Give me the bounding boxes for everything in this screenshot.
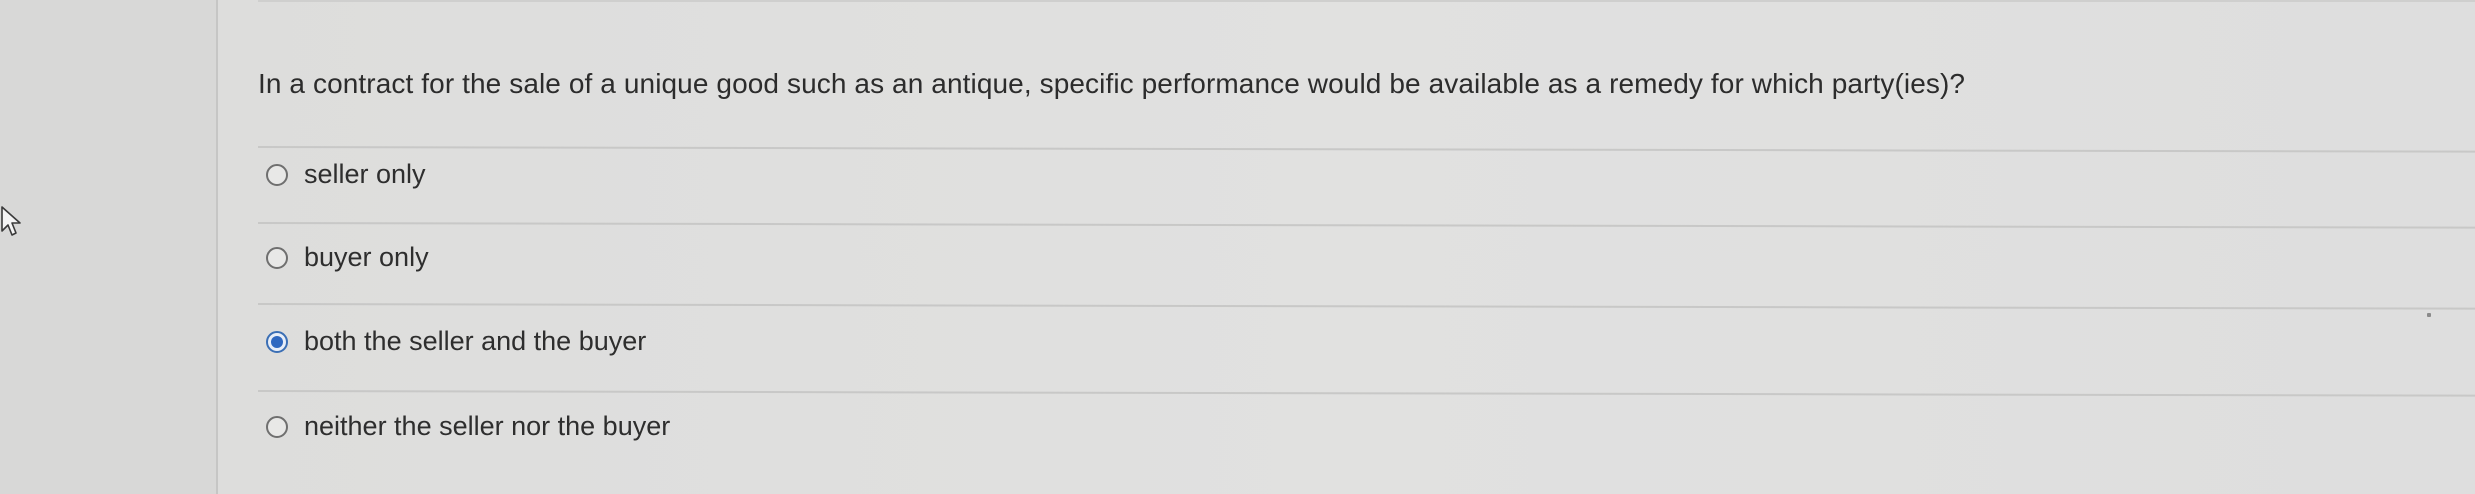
radio-button-selected[interactable] (266, 330, 288, 353)
divider (257, 303, 2475, 310)
option-seller-only[interactable]: seller only (266, 159, 426, 190)
option-buyer-only[interactable]: buyer only (266, 242, 429, 273)
pointer-cursor-icon (1, 206, 21, 236)
radio-button[interactable] (266, 246, 288, 269)
question-text: In a contract for the sale of a unique g… (258, 68, 1966, 99)
stray-mark (2427, 313, 2431, 317)
divider (257, 222, 2475, 229)
divider (257, 390, 2475, 397)
left-gutter (0, 0, 218, 494)
option-label: neither the seller nor the buyer (304, 411, 671, 441)
option-both-seller-and-buyer[interactable]: both the seller and the buyer (266, 326, 646, 357)
radio-button[interactable] (266, 415, 288, 438)
question-panel: In a contract for the sale of a unique g… (218, 0, 2475, 494)
screen: In a contract for the sale of a unique g… (0, 0, 2475, 494)
option-label: seller only (304, 159, 426, 189)
option-label: buyer only (304, 242, 429, 272)
option-label: both the seller and the buyer (304, 326, 647, 356)
option-neither-seller-nor-buyer[interactable]: neither the seller nor the buyer (266, 411, 670, 442)
radio-button[interactable] (266, 163, 288, 186)
divider (257, 146, 2475, 153)
top-divider (258, 0, 2475, 2)
